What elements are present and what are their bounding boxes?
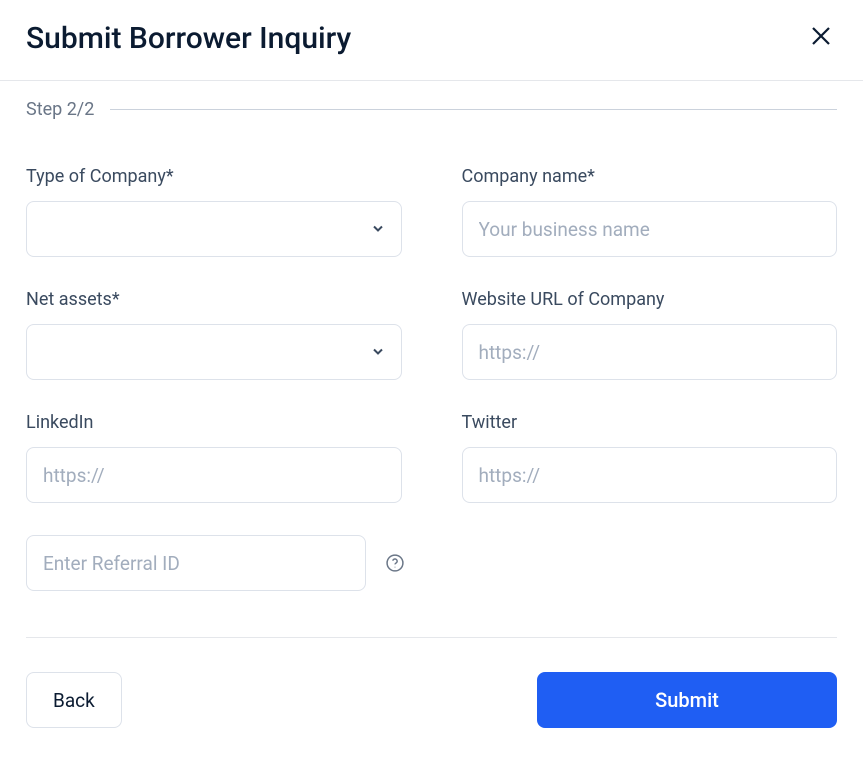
net-assets-select-wrap [26,324,402,380]
company-name-input[interactable] [462,201,838,257]
step-progress-line [110,109,837,110]
modal-title: Submit Borrower Inquiry [26,21,351,56]
modal-header: Submit Borrower Inquiry [0,0,863,81]
website-input[interactable] [462,324,838,380]
website-group: Website URL of Company [462,289,838,380]
net-assets-select[interactable] [26,324,402,380]
linkedin-label: LinkedIn [26,412,402,433]
divider [26,637,837,638]
net-assets-label: Net assets* [26,289,402,310]
company-type-group: Type of Company* [26,166,402,257]
close-button[interactable] [805,20,837,56]
step-indicator: Step 2/2 [26,99,837,120]
twitter-input[interactable] [462,447,838,503]
modal-body: Step 2/2 Type of Company* Company name* … [0,81,863,754]
help-icon[interactable] [384,552,406,574]
referral-id-input[interactable] [26,535,366,591]
form-grid: Type of Company* Company name* Net asset… [26,166,837,503]
submit-button[interactable]: Submit [537,672,837,728]
linkedin-input[interactable] [26,447,402,503]
twitter-label: Twitter [462,412,838,433]
website-label: Website URL of Company [462,289,838,310]
step-label: Step 2/2 [26,99,94,120]
company-type-select-wrap [26,201,402,257]
referral-row [26,535,837,591]
net-assets-group: Net assets* [26,289,402,380]
close-icon [809,24,833,52]
back-button[interactable]: Back [26,672,122,728]
company-type-select[interactable] [26,201,402,257]
company-name-group: Company name* [462,166,838,257]
linkedin-group: LinkedIn [26,412,402,503]
company-name-label: Company name* [462,166,838,187]
company-type-label: Type of Company* [26,166,402,187]
footer-actions: Back Submit [26,672,837,728]
twitter-group: Twitter [462,412,838,503]
